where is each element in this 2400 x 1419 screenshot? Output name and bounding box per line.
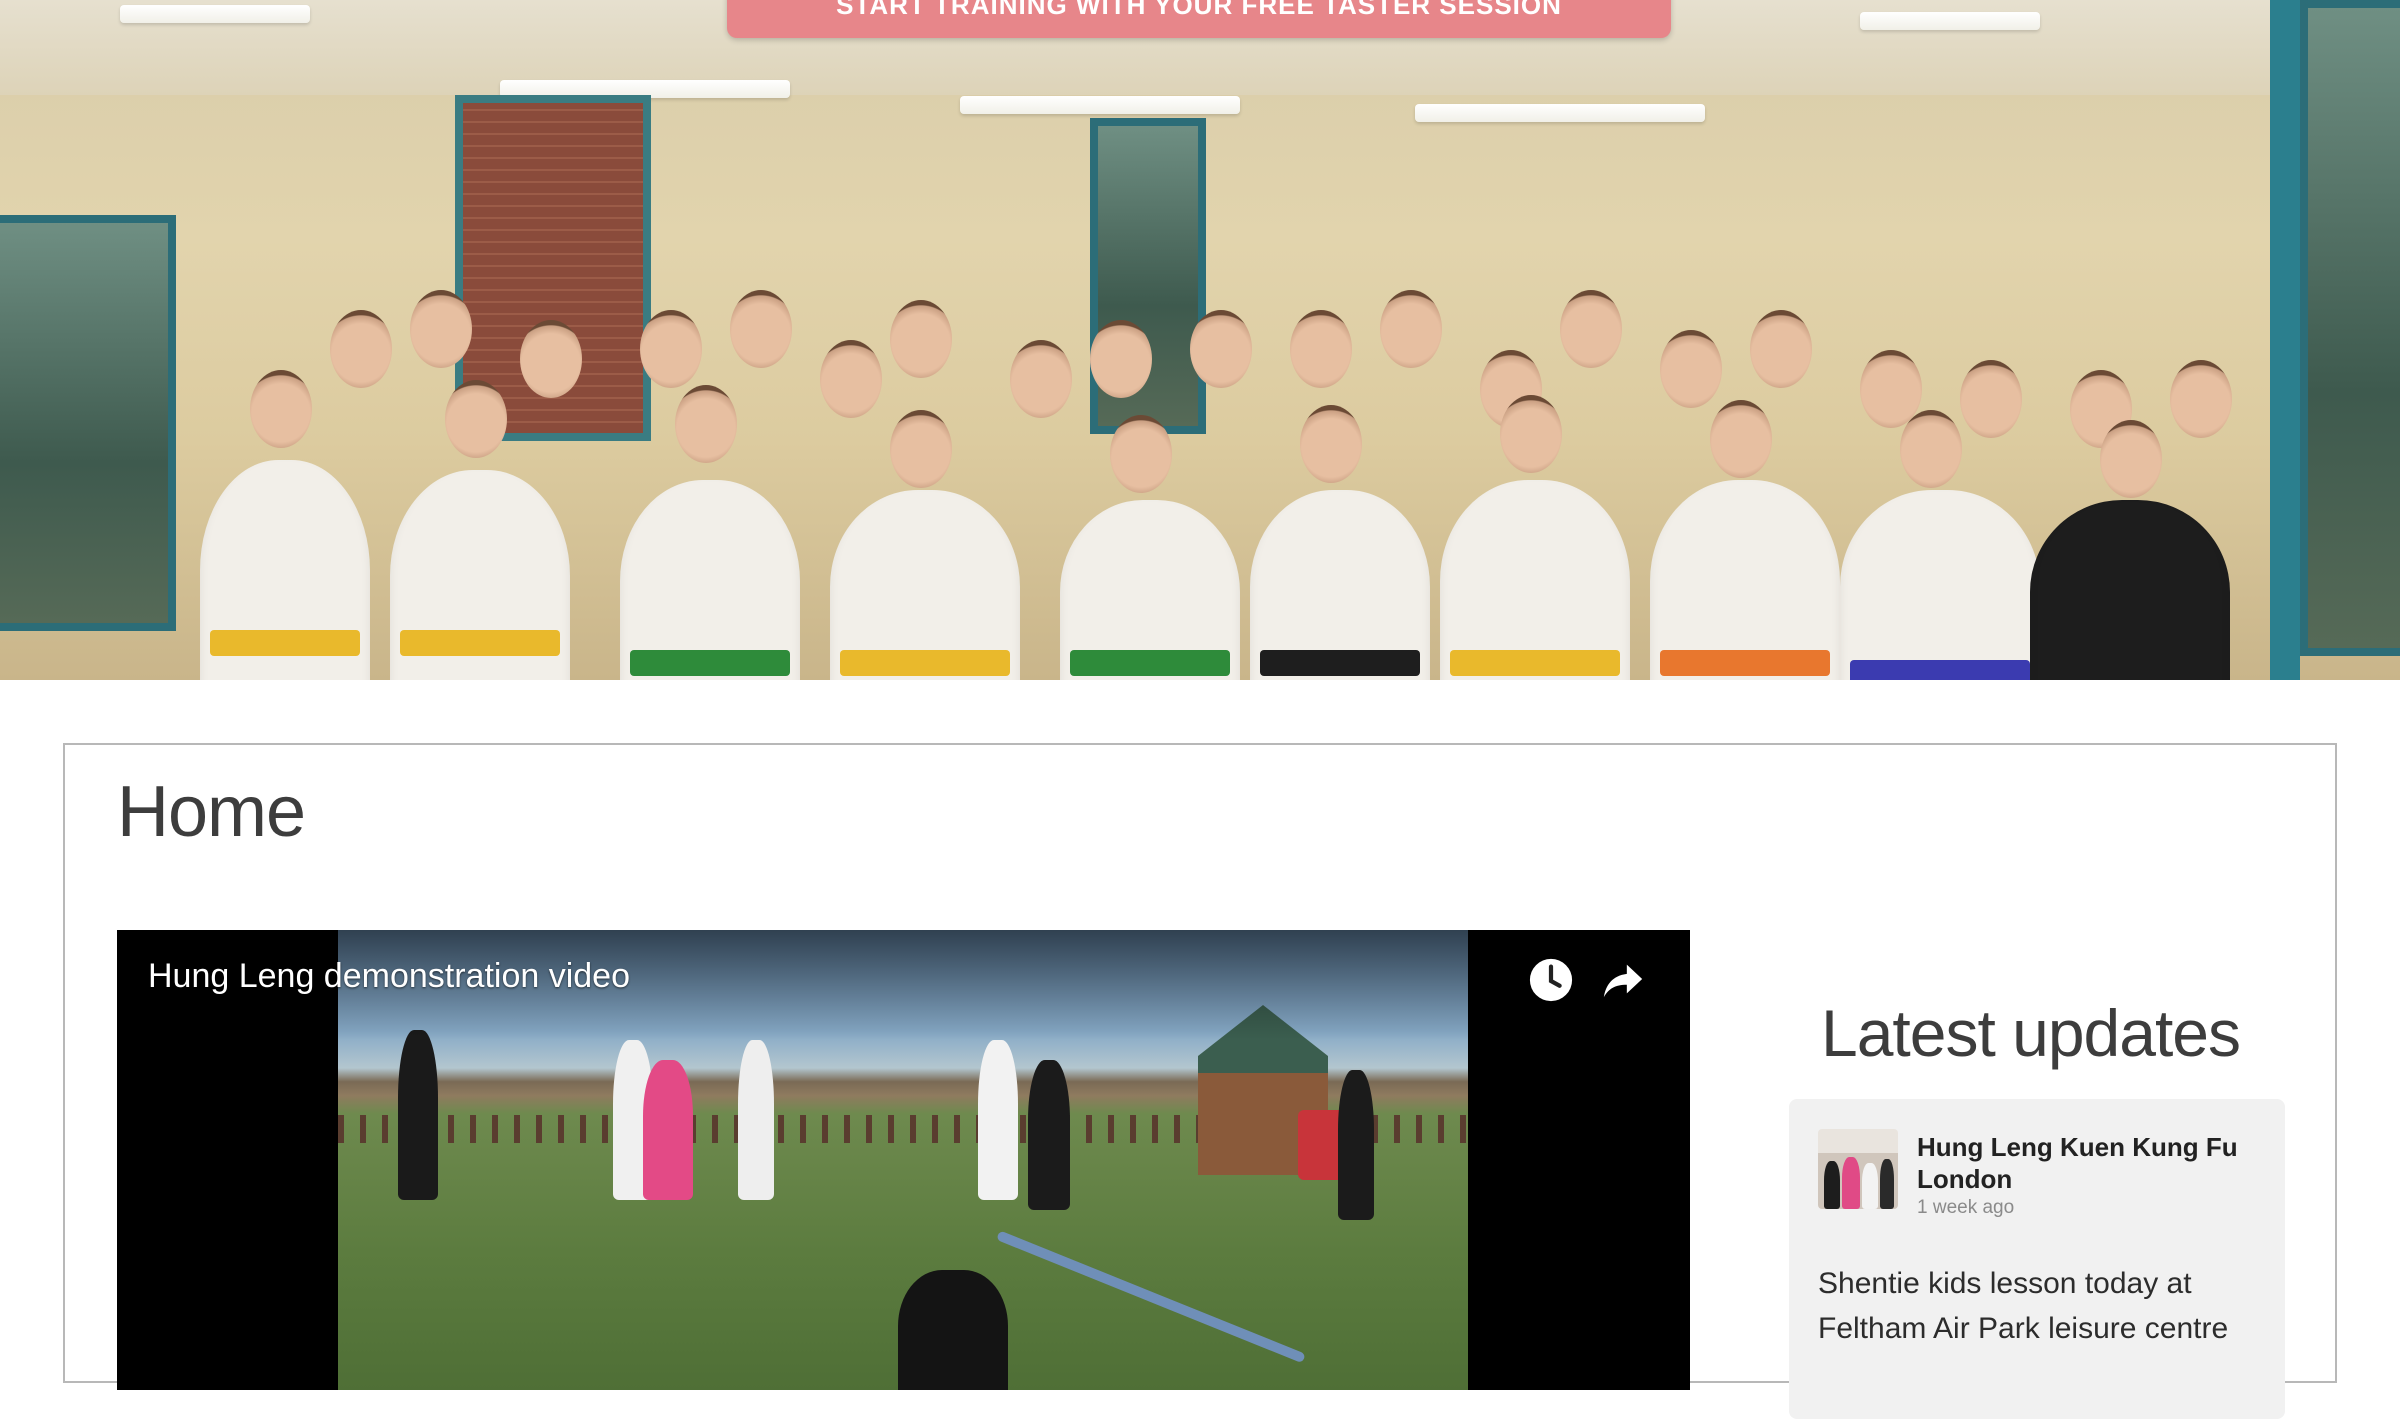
post-text: Shentie kids lesson today at Feltham Air… <box>1818 1267 2229 1345</box>
ceiling-light <box>120 5 310 23</box>
ceiling-light <box>960 96 1240 114</box>
watch-later-button[interactable] <box>1523 952 1579 1008</box>
post-timestamp[interactable]: 1 week ago <box>1917 1197 2014 1219</box>
free-taster-banner[interactable]: START TRAINING WITH YOUR FREE TASTER SES… <box>727 0 1671 38</box>
ceiling-light <box>1415 104 1705 122</box>
update-post[interactable]: Hung Leng Kuen Kung Fu London 1 week ago… <box>1789 1099 2285 1419</box>
content-card: Home Hung Leng demonstration video Lates… <box>63 743 2337 1419</box>
page-title: Home <box>117 772 306 852</box>
share-button[interactable] <box>1595 952 1651 1008</box>
post-author[interactable]: Hung Leng Kuen Kung Fu London <box>1917 1131 2257 1195</box>
pillar <box>2270 0 2300 680</box>
hero-group-photo <box>0 0 2400 680</box>
video-player[interactable]: Hung Leng demonstration video <box>117 930 1690 1390</box>
banner-text: START TRAINING WITH YOUR FREE TASTER SES… <box>836 0 1562 20</box>
video-title[interactable]: Hung Leng demonstration video <box>148 957 630 996</box>
window-right <box>2300 0 2400 656</box>
window-left <box>0 215 176 631</box>
latest-updates-title: Latest updates <box>1821 996 2241 1070</box>
avatar[interactable] <box>1818 1129 1898 1209</box>
crowd <box>200 270 2250 680</box>
share-arrow-icon <box>1603 964 1643 998</box>
video-thumbnail <box>338 930 1468 1390</box>
clock-icon <box>1529 958 1573 1002</box>
ceiling-light <box>1860 12 2040 30</box>
